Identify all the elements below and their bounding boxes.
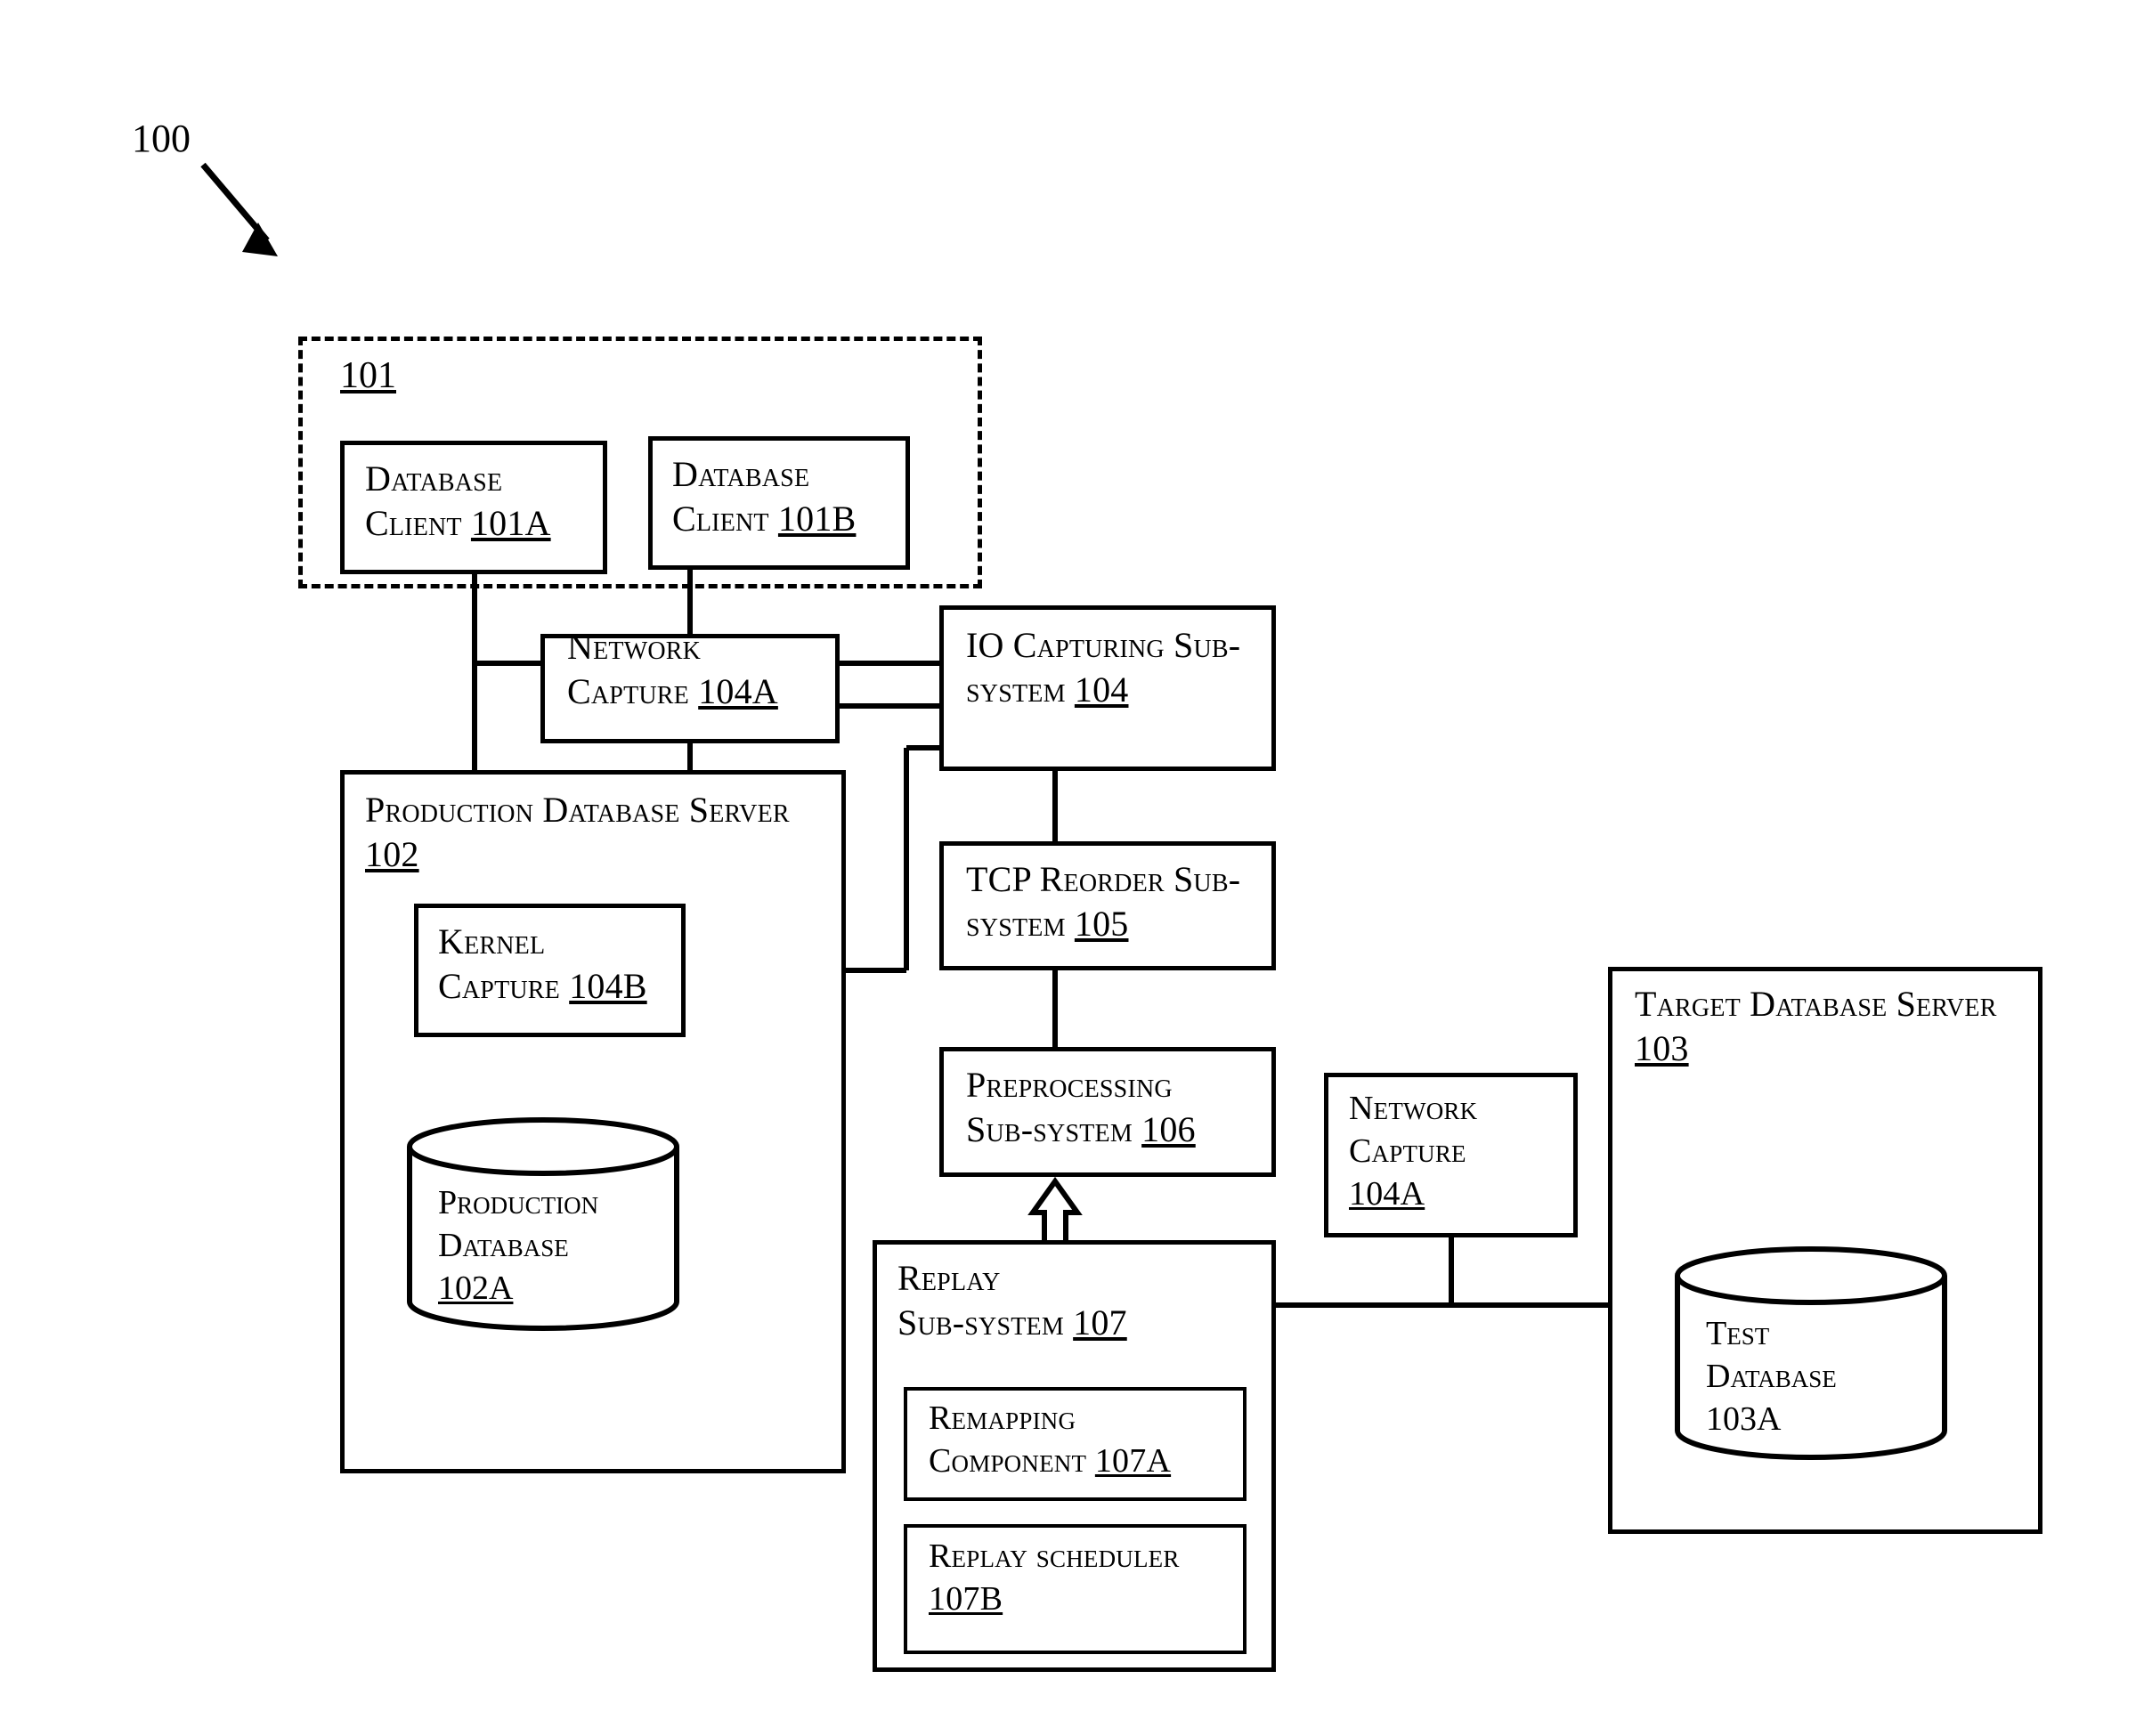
database-client-101a-line2: Client (365, 503, 471, 544)
kernel-capture-104b-line1: Kernel (438, 921, 546, 961)
test-database-cylinder[interactable]: Test Database 103A (1670, 1242, 1952, 1464)
replay-scheduler-line1: Replay scheduler (929, 1537, 1180, 1575)
remapping-component-line1: Remapping (929, 1399, 1076, 1437)
replay-subsystem-line1: Replay (897, 1258, 1001, 1298)
production-database-server-label: Production Database Server 102 (365, 788, 846, 878)
remapping-component-line2: Component (929, 1441, 1095, 1480)
network-capture-104a-right-ref: 104A (1349, 1174, 1425, 1213)
remapping-component-ref: 107A (1094, 1441, 1172, 1480)
production-database-cylinder-label: Production Database 102A (438, 1182, 670, 1310)
network-capture-104a-left-ref: 104A (698, 671, 778, 712)
network-capture-104a-left-line2: Capture (567, 671, 699, 712)
kernel-capture-104b-line2: Capture (438, 966, 570, 1007)
replay-subsystem-line2: Sub-system (897, 1302, 1074, 1343)
network-capture-104a-right-line2: Capture (1349, 1132, 1466, 1170)
database-client-101b-line1: Database (672, 454, 810, 494)
io-capturing-subsystem-line1: IO Capturing Sub- (966, 625, 1241, 665)
database-client-101b-ref: 101B (777, 499, 857, 539)
replay-scheduler-ref: 107B (929, 1579, 1003, 1618)
tcp-reorder-subsystem-line2: system (966, 904, 1075, 945)
network-capture-104a-left-line1: Network (567, 627, 702, 667)
target-database-server-label: Target Database Server 103 (1635, 982, 2049, 1072)
database-client-101b-label: Database Client 101B (672, 452, 908, 542)
production-database-ref: 102A (438, 1269, 514, 1307)
tcp-reorder-subsystem-label: TCP Reorder Sub-system 105 (966, 857, 1278, 947)
test-database-ref: 103A (1706, 1399, 1782, 1438)
replay-subsystem-label: Replay Sub-system 107 (897, 1256, 1271, 1346)
preprocessing-subsystem-label: Preprocessing Sub-system 106 (966, 1063, 1278, 1153)
replay-scheduler-label: Replay scheduler 107B (929, 1536, 1249, 1621)
database-client-101a-ref: 101A (470, 503, 551, 544)
test-database-cylinder-label: Test Database 103A (1706, 1313, 1937, 1441)
test-database-line1: Test (1706, 1315, 1770, 1352)
production-database-cylinder[interactable]: Production Database 102A (402, 1113, 684, 1335)
database-client-101a-label: Database Client 101A (365, 457, 605, 547)
tcp-reorder-subsystem-line1: TCP Reorder Sub- (966, 859, 1241, 899)
preprocessing-subsystem-ref: 106 (1141, 1109, 1196, 1150)
io-capturing-subsystem-label: IO Capturing Sub-system 104 (966, 623, 1278, 713)
production-database-line1: Production (438, 1184, 599, 1221)
test-database-line2: Database (1706, 1357, 1837, 1395)
client-group-ref-label: 101 (340, 355, 396, 396)
network-capture-104a-right-label: Network Capture 104A (1349, 1088, 1580, 1216)
kernel-capture-104b-label: Kernel Capture 104B (438, 920, 687, 1010)
preprocessing-subsystem-line2: Sub-system (966, 1109, 1142, 1150)
kernel-capture-104b-ref: 104B (569, 966, 647, 1007)
patent-figure-canvas: 100 101 Database Client 101A Database Clie… (0, 0, 2152, 1736)
tcp-reorder-subsystem-ref: 105 (1074, 904, 1129, 945)
network-capture-104a-right-line1: Network (1349, 1090, 1478, 1127)
network-capture-104a-left-label: Network Capture 104A (567, 625, 843, 715)
io-capturing-subsystem-ref: 104 (1074, 669, 1129, 710)
figure-number: 100 (132, 117, 191, 160)
io-capturing-subsystem-line2: system (966, 669, 1075, 710)
production-database-server-title: Production Database Server (365, 790, 790, 830)
production-database-line2: Database (438, 1226, 569, 1264)
target-database-server-ref: 103 (1635, 1028, 1689, 1069)
preprocessing-subsystem-line1: Preprocessing (966, 1065, 1173, 1105)
database-client-101a-line1: Database (365, 458, 503, 499)
production-database-server-ref: 102 (365, 834, 419, 875)
target-database-server-title: Target Database Server (1635, 984, 1997, 1024)
database-client-101b-line2: Client (672, 499, 778, 539)
replay-subsystem-ref: 107 (1073, 1302, 1127, 1343)
remapping-component-label: Remapping Component 107A (929, 1398, 1249, 1483)
